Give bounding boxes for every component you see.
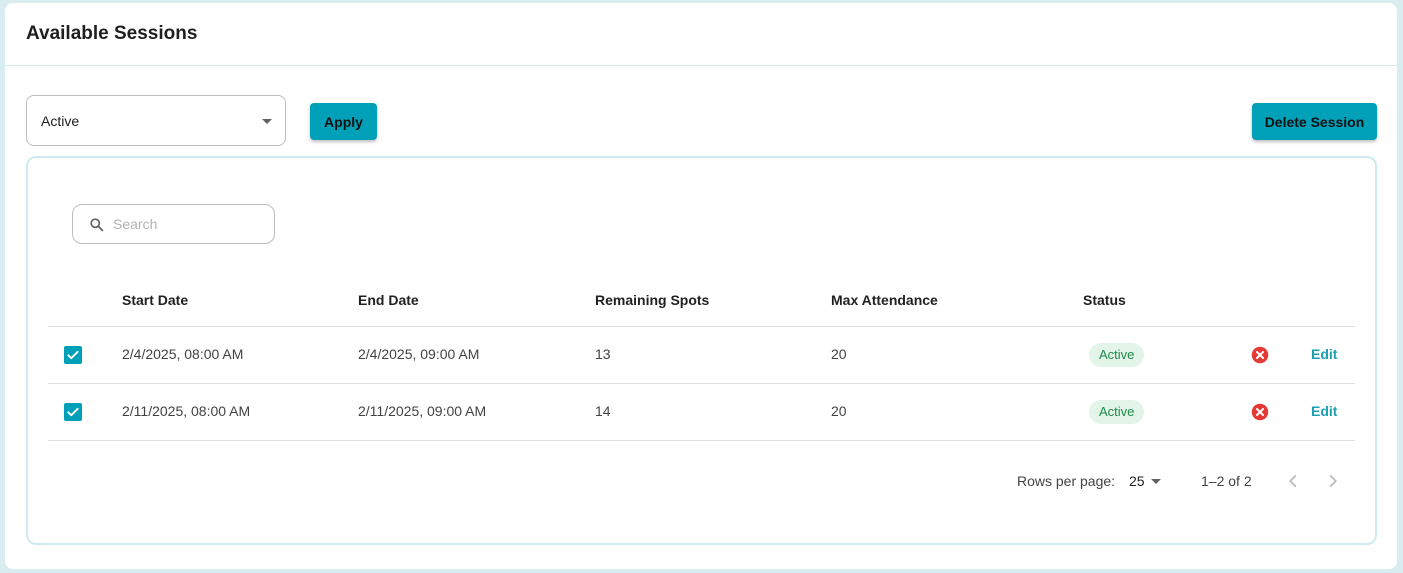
status-filter-value: Active bbox=[41, 113, 80, 129]
start-date-cell: 2/11/2025, 08:00 AM bbox=[122, 403, 251, 419]
remaining-spots-cell: 13 bbox=[595, 346, 611, 362]
delete-session-button[interactable]: Delete Session bbox=[1252, 103, 1377, 140]
table-row[interactable]: 2/11/2025, 08:00 AM 2/11/2025, 09:00 AM … bbox=[48, 384, 1355, 441]
check-icon bbox=[67, 350, 79, 360]
column-header-end-date[interactable]: End Date bbox=[358, 292, 419, 308]
sessions-table-panel: Start Date End Date Remaining Spots Max … bbox=[26, 156, 1377, 545]
table-header: Start Date End Date Remaining Spots Max … bbox=[48, 276, 1355, 327]
search-box[interactable] bbox=[72, 204, 275, 244]
card-header: Available Sessions bbox=[5, 3, 1397, 66]
edit-link[interactable]: Edit bbox=[1311, 403, 1337, 419]
cancel-icon[interactable] bbox=[1251, 403, 1269, 421]
chevron-down-icon bbox=[1151, 479, 1161, 484]
column-header-start-date[interactable]: Start Date bbox=[122, 292, 188, 308]
status-badge: Active bbox=[1089, 343, 1145, 367]
column-header-remaining-spots[interactable]: Remaining Spots bbox=[595, 292, 709, 308]
column-header-max-attendance[interactable]: Max Attendance bbox=[831, 292, 938, 308]
row-checkbox[interactable] bbox=[64, 346, 82, 364]
rows-per-page-select[interactable]: 25 bbox=[1127, 470, 1167, 492]
max-attendance-cell: 20 bbox=[831, 403, 847, 419]
check-icon bbox=[67, 407, 79, 417]
chevron-down-icon bbox=[262, 119, 272, 124]
cancel-icon[interactable] bbox=[1251, 346, 1269, 364]
status-filter-select[interactable]: Active bbox=[26, 95, 286, 146]
column-header-status[interactable]: Status bbox=[1083, 292, 1126, 308]
status-badge: Active bbox=[1089, 400, 1145, 424]
table-row[interactable]: 2/4/2025, 08:00 AM 2/4/2025, 09:00 AM 13… bbox=[48, 327, 1355, 384]
page-title: Available Sessions bbox=[26, 23, 198, 44]
rows-per-page-label: Rows per page: bbox=[1017, 473, 1116, 489]
remaining-spots-cell: 14 bbox=[595, 403, 611, 419]
row-checkbox[interactable] bbox=[64, 403, 82, 421]
pagination-range: 1–2 of 2 bbox=[1201, 473, 1252, 489]
search-icon bbox=[90, 218, 104, 232]
pagination: Rows per page: 25 1–2 of 2 bbox=[28, 470, 1379, 494]
chevron-right-icon[interactable] bbox=[1322, 470, 1344, 492]
chevron-left-icon[interactable] bbox=[1282, 470, 1304, 492]
edit-link[interactable]: Edit bbox=[1311, 346, 1337, 362]
end-date-cell: 2/11/2025, 09:00 AM bbox=[358, 403, 487, 419]
apply-button[interactable]: Apply bbox=[310, 103, 377, 140]
start-date-cell: 2/4/2025, 08:00 AM bbox=[122, 346, 244, 362]
sessions-card: Available Sessions Active Apply Delete S… bbox=[5, 3, 1397, 569]
search-input[interactable] bbox=[113, 214, 263, 234]
max-attendance-cell: 20 bbox=[831, 346, 847, 362]
end-date-cell: 2/4/2025, 09:00 AM bbox=[358, 346, 480, 362]
rows-per-page-value: 25 bbox=[1129, 473, 1145, 489]
